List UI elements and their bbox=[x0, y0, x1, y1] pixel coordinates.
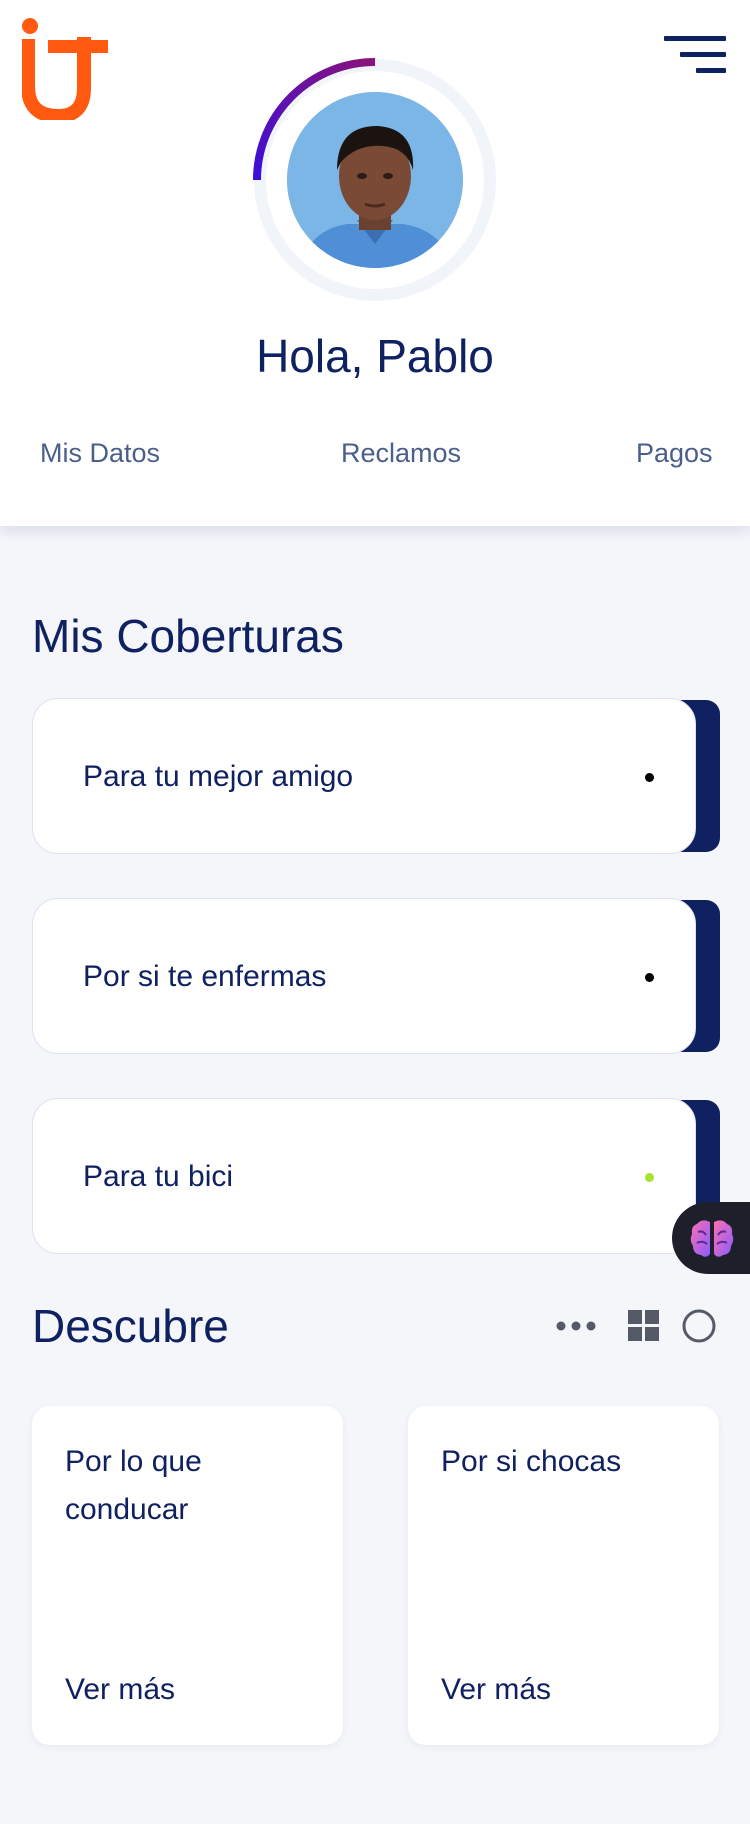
brain-icon bbox=[690, 1220, 734, 1257]
status-dot bbox=[645, 773, 654, 782]
coverage-card-body: Por si te enfermas bbox=[32, 898, 696, 1054]
avatar-photo bbox=[287, 92, 463, 268]
coverages-title: Mis Coberturas bbox=[32, 610, 344, 662]
discover-card[interactable]: Por si chocas Ver más bbox=[408, 1406, 719, 1745]
see-more-link[interactable]: Ver más bbox=[441, 1670, 551, 1710]
coverage-card-body: Para tu mejor amigo bbox=[32, 698, 696, 854]
coverage-label: Por si te enfermas bbox=[83, 960, 327, 993]
status-dot bbox=[645, 1173, 654, 1182]
discover-title: Descubre bbox=[32, 1300, 229, 1352]
discover-card-title: Por lo que conducar bbox=[65, 1445, 202, 1526]
more-options-button[interactable] bbox=[555, 1306, 599, 1346]
coverage-card[interactable]: Para tu bici bbox=[32, 1098, 720, 1258]
coverage-label: Para tu bici bbox=[83, 1160, 234, 1193]
discover-card[interactable]: Por lo que conducar Ver más bbox=[32, 1406, 343, 1745]
tab-pagos[interactable]: Pagos bbox=[636, 435, 713, 471]
status-dot bbox=[645, 973, 654, 982]
coverage-label: Para tu mejor amigo bbox=[83, 760, 354, 793]
ai-assistant-button[interactable] bbox=[672, 1202, 750, 1274]
circle-view-icon bbox=[682, 1309, 716, 1343]
coverage-card-body: Para tu bici bbox=[32, 1098, 696, 1254]
grid-view-icon bbox=[628, 1310, 659, 1341]
brand-logo-mark bbox=[21, 18, 108, 124]
tab-reclamos[interactable]: Reclamos bbox=[341, 435, 461, 471]
brand-logo[interactable] bbox=[21, 18, 108, 124]
circle-view-button[interactable] bbox=[678, 1306, 722, 1346]
see-more-link[interactable]: Ver más bbox=[65, 1670, 175, 1710]
profile-avatar[interactable] bbox=[253, 58, 497, 302]
greeting: Hola, Pablo bbox=[256, 330, 494, 382]
coverage-card[interactable]: Para tu mejor amigo bbox=[32, 698, 720, 858]
discover-card-title: Por si chocas bbox=[441, 1445, 622, 1478]
menu-button[interactable] bbox=[660, 32, 728, 80]
profile-header: Hola, Pablo Mis Datos Reclamos Pagos bbox=[0, 0, 750, 526]
more-dots-icon bbox=[556, 1321, 596, 1331]
grid-view-button[interactable] bbox=[622, 1306, 666, 1346]
tab-mis-datos[interactable]: Mis Datos bbox=[40, 435, 160, 471]
coverage-card[interactable]: Por si te enfermas bbox=[32, 898, 720, 1058]
menu-icon bbox=[664, 36, 726, 73]
